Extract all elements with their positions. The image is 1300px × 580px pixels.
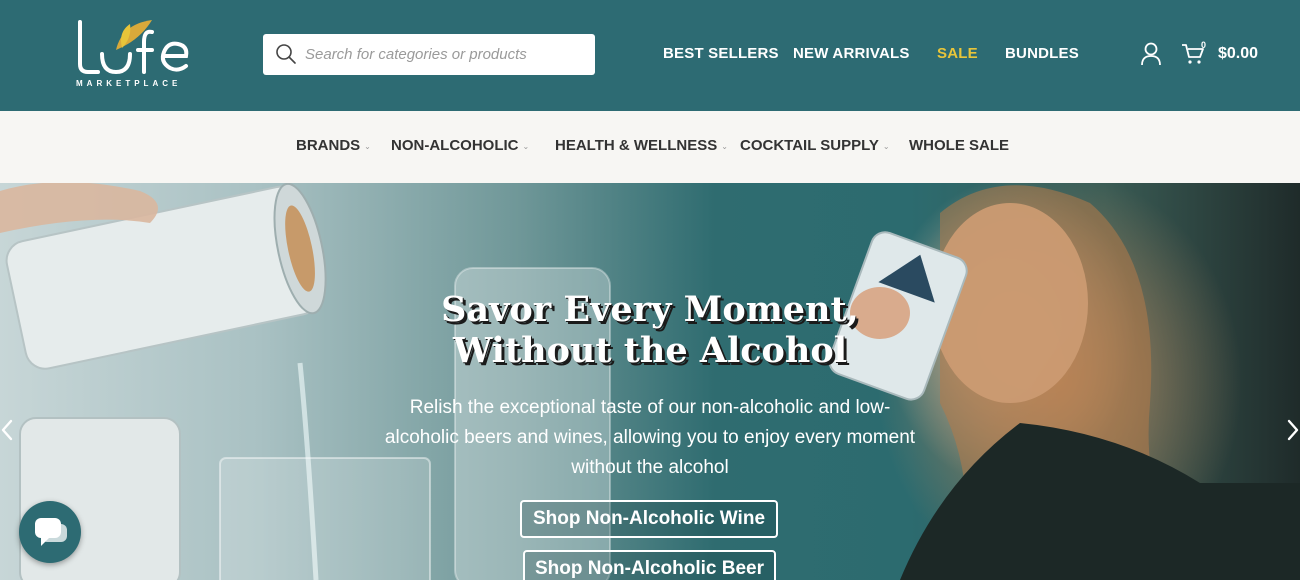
shop-non-alcoholic-wine-button[interactable]: Shop Non-Alcoholic Wine — [520, 500, 778, 538]
nav-new-arrivals[interactable]: NEW ARRIVALS — [793, 45, 910, 65]
site-header: MARKETPLACE BEST SELLERS NEW ARRIVALS SA… — [0, 0, 1300, 111]
cart-count-badge: 0 — [1201, 40, 1207, 50]
category-health-wellness[interactable]: HEALTH & WELLNESS ⌄ — [555, 137, 728, 157]
nav-sale[interactable]: SALE — [937, 45, 978, 65]
category-brands[interactable]: BRANDS ⌄ — [296, 137, 371, 157]
cart-total[interactable]: $0.00 — [1218, 45, 1258, 63]
chat-icon — [35, 518, 67, 546]
search-input[interactable] — [305, 34, 585, 75]
category-whole-sale[interactable]: WHOLE SALE — [909, 137, 1009, 157]
chevron-down-icon: ⌄ — [364, 141, 371, 151]
user-icon[interactable] — [1140, 42, 1162, 66]
search-icon[interactable] — [275, 43, 297, 65]
hero-slider: Savor Every Moment, Without the Alcohol … — [0, 183, 1300, 580]
category-label: NON-ALCOHOLIC — [391, 137, 519, 154]
chevron-left-icon[interactable] — [0, 419, 14, 441]
category-label: HEALTH & WELLNESS — [555, 137, 718, 154]
category-cocktail-supply[interactable]: COCKTAIL SUPPLY ⌄ — [740, 137, 890, 157]
nav-best-sellers[interactable]: BEST SELLERS — [663, 45, 779, 65]
category-non-alcoholic[interactable]: NON-ALCOHOLIC ⌄ — [391, 137, 529, 157]
chat-widget-button[interactable] — [19, 501, 81, 563]
category-label: COCKTAIL SUPPLY — [740, 137, 879, 154]
search-bar[interactable] — [263, 34, 595, 75]
chevron-down-icon: ⌄ — [522, 141, 530, 151]
chevron-down-icon: ⌄ — [721, 141, 728, 151]
category-label: WHOLE SALE — [909, 137, 1009, 154]
chevron-right-icon[interactable] — [1286, 419, 1300, 441]
nav-bundles[interactable]: BUNDLES — [1005, 45, 1079, 65]
chevron-down-icon: ⌄ — [882, 141, 890, 151]
shop-non-alcoholic-beer-button[interactable]: Shop Non-Alcoholic Beer — [523, 550, 776, 580]
hero-subtitle: Relish the exceptional taste of our non-… — [384, 397, 916, 478]
hero-title-line-2: Without the Alcohol — [452, 330, 847, 371]
hero-title: Savor Every Moment, Without the Alcohol — [350, 289, 950, 371]
logo-tagline: MARKETPLACE — [76, 79, 182, 88]
category-label: BRANDS — [296, 137, 361, 154]
hero-title-line-1: Savor Every Moment, — [441, 289, 859, 330]
category-nav: BRANDS ⌄ NON-ALCOHOLIC ⌄ HEALTH & WELLNESS… — [0, 111, 1300, 183]
